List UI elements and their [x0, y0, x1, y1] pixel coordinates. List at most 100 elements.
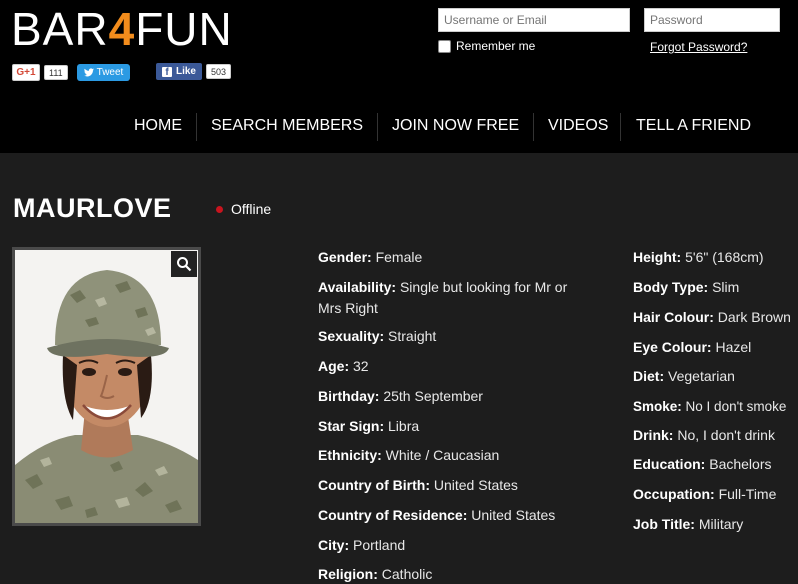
forgot-password-link[interactable]: Forgot Password?	[650, 40, 747, 54]
field-religion: Religion: Catholic	[318, 564, 432, 584]
tweet-button[interactable]: Tweet	[77, 64, 130, 81]
field-label: City:	[318, 537, 350, 553]
field-value: Dark Brown	[717, 309, 791, 325]
field-value: Vegetarian	[668, 368, 735, 384]
field-value: No, I don't drink	[677, 427, 775, 443]
field-label: Ethnicity:	[318, 447, 382, 463]
site-logo[interactable]: BAR4FUN	[11, 3, 233, 55]
field-value: Full-Time	[718, 486, 777, 502]
field-value: Portland	[353, 537, 406, 553]
profile-photo[interactable]	[12, 247, 201, 526]
magnifier-icon	[177, 257, 192, 272]
field-label: Occupation:	[633, 486, 715, 502]
main-nav: HOME SEARCH MEMBERS JOIN NOW FREE VIDEOS…	[0, 113, 798, 141]
field-label: Body Type:	[633, 279, 709, 295]
nav-divider	[196, 113, 197, 141]
field-label: Diet:	[633, 368, 665, 384]
online-status: Offline	[216, 201, 271, 217]
tweet-share[interactable]: Tweet	[77, 64, 130, 81]
field-label: Hair Colour:	[633, 309, 714, 325]
field-label: Education:	[633, 456, 706, 472]
field-body-type: Body Type: Slim	[633, 277, 739, 298]
field-star-sign: Star Sign: Libra	[318, 416, 419, 437]
field-ethnicity: Ethnicity: White / Caucasian	[318, 445, 499, 466]
gplus-share[interactable]: G+1 111	[12, 64, 68, 81]
field-hair-colour: Hair Colour: Dark Brown	[633, 307, 791, 328]
field-label: Gender:	[318, 249, 372, 265]
field-value: Hazel	[715, 339, 752, 355]
field-job-title: Job Title: Military	[633, 514, 743, 535]
password-input[interactable]	[644, 8, 780, 32]
field-label: Religion:	[318, 566, 378, 582]
nav-divider	[620, 113, 621, 141]
field-value: 25th September	[383, 388, 483, 404]
field-value: 5'6" (168cm)	[685, 249, 764, 265]
field-label: Height:	[633, 249, 682, 265]
like-count: 503	[206, 64, 232, 79]
field-diet: Diet: Vegetarian	[633, 366, 735, 387]
profile-username: MAURLOVE	[13, 193, 172, 223]
field-drink: Drink: No, I don't drink	[633, 425, 775, 446]
nav-home[interactable]: HOME	[134, 113, 182, 139]
field-age: Age: 32	[318, 356, 369, 377]
field-label: Country of Birth:	[318, 477, 430, 493]
profile-photo-image	[15, 250, 198, 523]
nav-search-members[interactable]: SEARCH MEMBERS	[211, 113, 363, 139]
remember-label: Remember me	[456, 39, 536, 53]
field-value: Bachelors	[709, 456, 772, 472]
field-value: Female	[375, 249, 423, 265]
twitter-bird-icon	[83, 68, 94, 77]
field-value: Libra	[388, 418, 420, 434]
field-value: Straight	[388, 328, 437, 344]
logo-text-bar: BAR	[11, 3, 109, 55]
remember-me[interactable]: Remember me	[438, 39, 535, 53]
field-value: Slim	[712, 279, 740, 295]
field-country-of-residence: Country of Residence: United States	[318, 505, 555, 526]
field-sexuality: Sexuality: Straight	[318, 326, 436, 347]
field-label: Availability:	[318, 279, 397, 295]
like-button[interactable]: f Like	[156, 63, 202, 80]
logo-text-fun: FUN	[135, 3, 233, 55]
field-gender: Gender: Female	[318, 247, 422, 268]
nav-divider	[533, 113, 534, 141]
nav-join-now-free[interactable]: JOIN NOW FREE	[392, 113, 519, 139]
username-input[interactable]	[438, 8, 630, 32]
field-eye-colour: Eye Colour: Hazel	[633, 337, 751, 358]
nav-tell-a-friend[interactable]: TELL A FRIEND	[636, 113, 751, 139]
field-label: Drink:	[633, 427, 674, 443]
field-availability: Availability: Single but looking for Mr …	[318, 277, 588, 319]
field-education: Education: Bachelors	[633, 454, 772, 475]
header: BAR4FUN G+1 111 Tweet fLike 503 Remember…	[0, 0, 798, 153]
field-value: No I don't smoke	[685, 399, 787, 414]
field-label: Job Title:	[633, 516, 695, 532]
field-value: 32	[353, 358, 369, 374]
status-label: Offline	[231, 201, 272, 217]
field-label: Country of Residence:	[318, 507, 468, 523]
like-label: Like	[175, 66, 196, 77]
field-city: City: Portland	[318, 535, 405, 556]
field-value: Catholic	[381, 566, 433, 582]
field-label: Star Sign:	[318, 418, 385, 434]
field-label: Eye Colour:	[633, 339, 712, 355]
field-value: Military	[698, 516, 744, 532]
facebook-icon: f	[161, 66, 172, 77]
field-value: White / Caucasian	[385, 447, 500, 463]
field-birthday: Birthday: 25th September	[318, 386, 483, 407]
remember-checkbox[interactable]	[438, 39, 451, 53]
field-label: Age:	[318, 358, 350, 374]
status-dot-icon	[216, 205, 223, 213]
field-country-of-birth: Country of Birth: United States	[318, 475, 518, 496]
field-label: Sexuality:	[318, 328, 385, 344]
field-value: United States	[433, 477, 518, 493]
gplus-button[interactable]: G+1	[12, 64, 40, 81]
field-occupation: Occupation: Full-Time	[633, 484, 776, 505]
field-value: United States	[471, 507, 556, 523]
facebook-like[interactable]: f Like 503	[156, 63, 232, 80]
field-label: Smoke:	[633, 399, 682, 414]
tweet-label: Tweet	[96, 67, 124, 78]
nav-divider	[377, 113, 378, 141]
field-height: Height: 5'6" (168cm)	[633, 247, 764, 268]
field-smoke: Smoke: No I don't smoke	[633, 396, 786, 417]
zoom-button[interactable]	[171, 251, 197, 277]
nav-videos[interactable]: VIDEOS	[548, 113, 608, 139]
